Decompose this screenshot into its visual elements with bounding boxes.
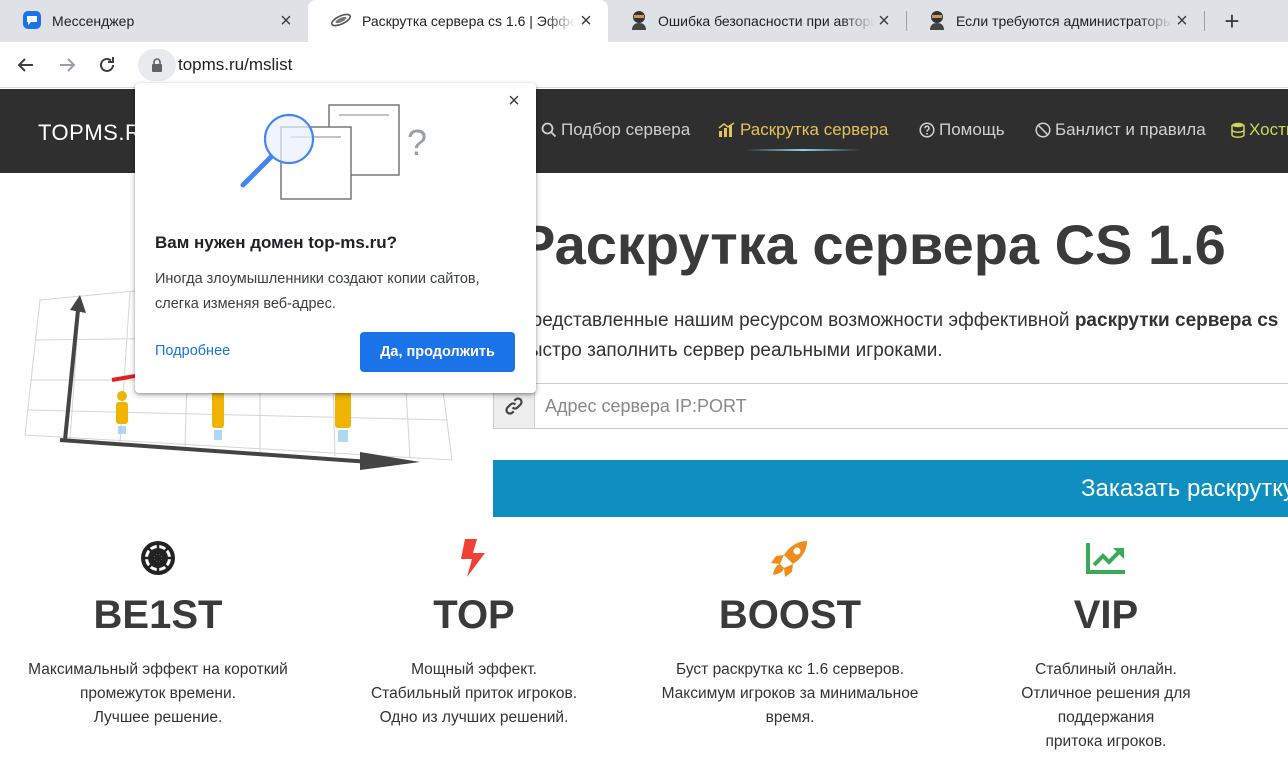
tab-title: Раскрутка сервера cs 1.6 | Эффективная (362, 13, 576, 29)
lookalike-illustration: ? (240, 104, 427, 200)
database-icon (1231, 122, 1245, 138)
feature-be1st: BE1ST Максимальный эффект на короткий пр… (8, 535, 308, 730)
messenger-icon (22, 10, 42, 33)
desc-bold-text: раскрутки сервера cs (1074, 310, 1279, 331)
nav-label: Хостинг (1249, 120, 1288, 139)
feature-top: TOP Мощный эффект. Стабильный приток игр… (324, 535, 624, 730)
server-address-group (493, 383, 1288, 429)
reload-button[interactable] (92, 50, 122, 80)
bolt-icon (461, 539, 485, 577)
feature-line: Отличное решения для (1021, 685, 1191, 702)
order-boost-button[interactable]: Заказать раскрутку (493, 460, 1288, 517)
tab-topms[interactable]: Раскрутка сервера cs 1.6 | Эффективная × (308, 0, 608, 42)
feature-description: Мощный эффект. Стабильный приток игроков… (324, 658, 624, 730)
nav-label: Подбор сервера (561, 120, 691, 139)
close-tab-icon[interactable]: × (1172, 10, 1192, 32)
nav-banlist[interactable]: Банлист и правила (1035, 120, 1206, 140)
close-tab-icon[interactable]: × (276, 10, 296, 32)
feature-line: Максимальный эффект на короткий (28, 661, 288, 678)
arrow-left-icon (17, 58, 33, 72)
site-info-button[interactable] (138, 49, 176, 81)
avatar-favicon (630, 10, 648, 33)
feature-line: притока игроков. (1045, 733, 1167, 750)
question-icon (919, 122, 935, 138)
nav-label: Раскрутка сервера (740, 120, 889, 139)
back-button[interactable] (11, 50, 41, 80)
close-tab-icon[interactable]: × (874, 10, 894, 32)
rocket-icon (771, 541, 807, 577)
forward-button[interactable] (52, 50, 82, 80)
tab-admins[interactable]: Если требуются администраторы × (906, 0, 1204, 42)
dialog-title: Вам нужен домен top-ms.ru? (155, 233, 397, 252)
trend-icon (1086, 543, 1125, 574)
tab-security-error[interactable]: Ошибка безопасности при авторизации × (608, 0, 906, 42)
active-nav-underline (746, 149, 860, 151)
feature-vip: VIP Стаблиный онлайн. Отличное решения д… (956, 535, 1256, 754)
learn-more-link[interactable]: Подробнее (155, 343, 230, 359)
tab-strip: Мессенджер × Раскрутка сервера cs 1.6 | … (0, 0, 1288, 42)
nav-hosting[interactable]: Хостинг (1231, 120, 1288, 140)
feature-title: TOP (433, 593, 515, 637)
ban-icon (1035, 122, 1051, 138)
feature-line: Стабильный приток игроков. (370, 685, 578, 702)
continue-button[interactable]: Да, продолжить (360, 332, 515, 372)
feature-line: Одно из лучших решений. (379, 709, 569, 726)
nav-label: Банлист и правила (1055, 120, 1206, 139)
lock-icon (152, 57, 162, 72)
feature-title: BE1ST (93, 593, 223, 637)
feature-line: Стаблиный онлайн. (1035, 661, 1177, 678)
nav-label: Помощь (939, 120, 1005, 139)
address-bar[interactable]: topms.ru/mslist (138, 49, 1288, 81)
feature-description: Стаблиный онлайн. Отличное решения для п… (956, 658, 1256, 754)
search-icon (541, 122, 557, 138)
desc-text: быстро заполнить сервер реальными игрока… (518, 340, 943, 361)
tab-messenger[interactable]: Мессенджер × (0, 0, 308, 42)
lookalike-domain-dialog: × ? Вам нужен домен top-ms.ru? Иногда зл… (135, 83, 536, 393)
dialog-body: Иногда злоумышленники создают копии сайт… (155, 271, 480, 312)
feature-boost: BOOST Буст раскрутка кс 1.6 серверов. Ма… (640, 535, 940, 730)
desc-text: Представленные нашим ресурсом возможност… (518, 310, 1075, 331)
feature-title: VIP (1073, 593, 1139, 637)
nav-server-boost[interactable]: Раскрутка сервера (718, 120, 888, 140)
feature-line: Буст раскрутка кс 1.6 серверов. (676, 661, 904, 678)
tab-title: Если требуются администраторы (956, 13, 1172, 29)
nav-server-search[interactable]: Подбор сервера (541, 120, 690, 140)
feature-line: Лучшее решение. (93, 709, 223, 726)
feature-line: Мощный эффект. (411, 661, 537, 678)
svg-text:?: ? (407, 122, 427, 163)
chart-icon (718, 122, 735, 137)
hero-description: Представленные нашим ресурсом возможност… (518, 306, 1278, 366)
tab-title: Ошибка безопасности при авторизации (658, 13, 874, 29)
reload-icon (100, 57, 114, 72)
empire-icon (141, 541, 175, 575)
arrow-right-icon (60, 58, 76, 72)
topms-favicon (330, 12, 352, 31)
feature-description: Буст раскрутка кс 1.6 серверов. Максимум… (640, 658, 940, 730)
feature-line: поддержания (1057, 709, 1155, 726)
feature-title: BOOST (718, 593, 862, 637)
server-address-input[interactable] (535, 384, 1288, 428)
page-title: Раскрутка сервера CS 1.6 (518, 213, 1226, 276)
new-tab-icon[interactable]: + (1218, 8, 1246, 36)
feature-line: Максимум игроков за минимальное (661, 685, 919, 702)
link-icon (505, 397, 523, 415)
tab-title: Мессенджер (52, 13, 135, 29)
feature-description: Максимальный эффект на короткий промежут… (8, 658, 308, 730)
feature-line: время. (765, 709, 815, 726)
nav-help[interactable]: Помощь (919, 120, 1005, 140)
close-tab-icon[interactable]: × (576, 10, 596, 32)
feature-line: промежуток времени. (80, 685, 236, 702)
browser-toolbar: topms.ru/mslist (0, 42, 1288, 88)
url-text: topms.ru/mslist (178, 55, 293, 74)
close-icon[interactable]: × (504, 91, 524, 111)
avatar-favicon (928, 10, 946, 33)
tab-separator (1204, 11, 1205, 31)
